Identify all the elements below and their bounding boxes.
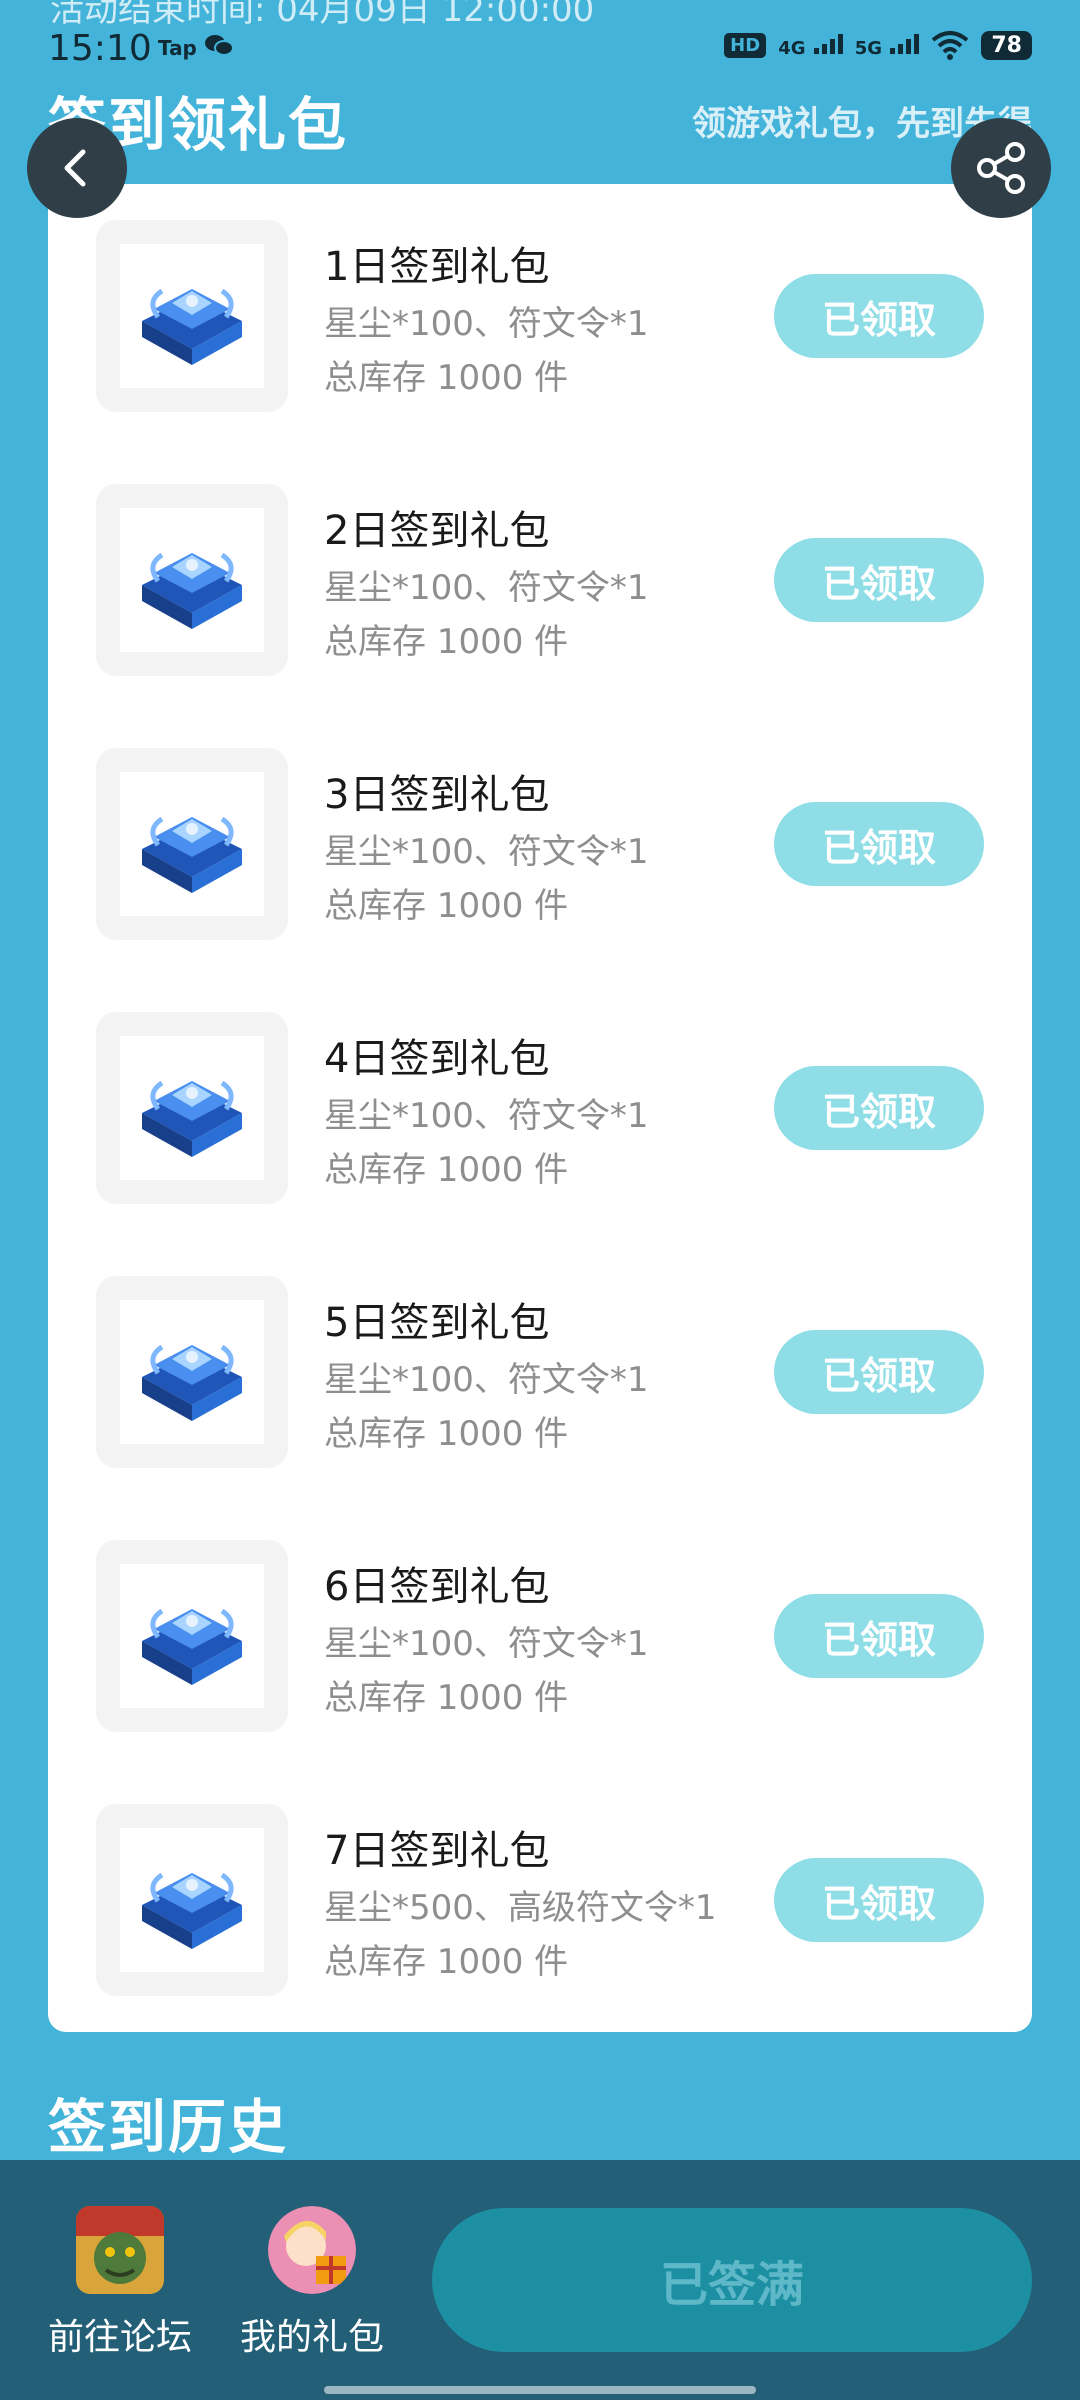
gift-chest-icon: [120, 1828, 264, 1972]
gift-thumbnail: [96, 484, 288, 676]
status-bar: 15:10 Tap HD 4G 5G 78: [0, 22, 1080, 82]
gift-content: 星尘*100、符文令*1: [324, 1360, 649, 1400]
gift-thumbnail: [96, 1804, 288, 1996]
battery-icon: 78: [981, 30, 1032, 60]
gift-thumbnail: [96, 1540, 288, 1732]
claimed-button[interactable]: 已领取: [774, 1858, 984, 1942]
gift-item: 1日签到礼包星尘*100、符文令*1 总库存 1000 件 已领取: [48, 220, 1032, 412]
chevron-left-icon: [64, 149, 86, 187]
gift-content: 星尘*100、符文令*1: [324, 832, 649, 872]
my-gifts-entry[interactable]: 我的礼包: [212, 2206, 412, 2360]
gift-name: 2日签到礼包: [324, 508, 550, 554]
tap-notification-icon: Tap: [158, 36, 197, 60]
gift-name: 1日签到礼包: [324, 244, 550, 290]
gift-name: 3日签到礼包: [324, 772, 550, 818]
status-icons: HD 4G 5G 78: [724, 30, 1032, 60]
gift-stock: 总库存 1000 件: [324, 1942, 569, 1982]
gift-stock: 总库存 1000 件: [324, 1414, 569, 1454]
back-button[interactable]: [27, 118, 127, 218]
gift-item: 6日签到礼包星尘*100、符文令*1 总库存 1000 件 已领取: [48, 1540, 1032, 1732]
gift-stock: 总库存 1000 件: [324, 1678, 569, 1718]
gift-content: 星尘*100、符文令*1: [324, 304, 649, 344]
character-gift-icon: [268, 2206, 356, 2294]
signal-5g-icon: 5G: [855, 32, 920, 59]
gift-chest-icon: [120, 1300, 264, 1444]
gift-stock: 总库存 1000 件: [324, 886, 569, 926]
gift-item: 7日签到礼包星尘*500、高级符文令*1 总库存 1000 件 已领取: [48, 1804, 1032, 1996]
gift-thumbnail: [96, 1276, 288, 1468]
gift-name: 4日签到礼包: [324, 1036, 550, 1082]
gift-name: 6日签到礼包: [324, 1564, 550, 1610]
net-5g-label: 5G: [854, 37, 883, 59]
gift-name: 7日签到礼包: [324, 1828, 550, 1874]
gift-stock: 总库存 1000 件: [324, 622, 569, 662]
gift-content: 星尘*100、符文令*1: [324, 1096, 649, 1136]
gift-stock: 总库存 1000 件: [324, 1150, 569, 1190]
share-icon: [977, 142, 1025, 194]
gift-stock: 总库存 1000 件: [324, 358, 569, 398]
claimed-button[interactable]: 已领取: [774, 1594, 984, 1678]
gift-chest-icon: [120, 1036, 264, 1180]
bottom-action-bar: 前往论坛 我的礼包 已签满: [0, 2160, 1080, 2400]
home-indicator: [324, 2386, 756, 2394]
gift-name: 5日签到礼包: [324, 1300, 550, 1346]
claimed-button[interactable]: 已领取: [774, 274, 984, 358]
gift-chest-icon: [120, 772, 264, 916]
game-avatar-icon: [76, 2206, 164, 2294]
gift-chest-icon: [120, 1564, 264, 1708]
gift-chest-icon: [120, 508, 264, 652]
claimed-button[interactable]: 已领取: [774, 1330, 984, 1414]
forum-label: 前往论坛: [47, 2317, 192, 2358]
gift-thumbnail: [96, 220, 288, 412]
gift-item: 2日签到礼包星尘*100、符文令*1 总库存 1000 件 已领取: [48, 484, 1032, 676]
gift-chest-icon: [120, 244, 264, 388]
gift-thumbnail: [96, 748, 288, 940]
signal-4g-icon: 4G: [778, 32, 843, 59]
gift-list-card: 1日签到礼包 星尘*100、符文令*1 总库存 1000 件已领取 2日签到礼包 星尘*…: [48, 184, 1032, 2032]
hd-icon: HD: [724, 32, 767, 58]
sign-in-gift-page: 活动结束时间: 04月09日 12:00:00 15:10 Tap HD 4G …: [0, 0, 1080, 2400]
gift-thumbnail: [96, 1012, 288, 1204]
gift-content: 星尘*100、符文令*1: [324, 568, 649, 608]
gift-content: 星尘*500、高级符文令*1: [324, 1888, 717, 1928]
claimed-button[interactable]: 已领取: [774, 538, 984, 622]
gift-item: 5日签到礼包星尘*100、符文令*1 总库存 1000 件 已领取: [48, 1276, 1032, 1468]
status-time: 15:10: [48, 28, 152, 69]
gift-content: 星尘*100、符文令*1: [324, 1624, 649, 1664]
sign-history-title: 签到历史: [48, 2093, 289, 2161]
wifi-icon: [932, 31, 969, 60]
gift-item: 4日签到礼包星尘*100、符文令*1 总库存 1000 件 已领取: [48, 1012, 1032, 1204]
claimed-button[interactable]: 已领取: [774, 802, 984, 886]
net-4g-label: 4G: [778, 37, 806, 59]
wechat-notification-icon: [204, 32, 234, 63]
my-gifts-label: 我的礼包: [239, 2317, 384, 2358]
claimed-button[interactable]: 已领取: [774, 1066, 984, 1150]
gift-item: 3日签到礼包星尘*100、符文令*1 总库存 1000 件 已领取: [48, 748, 1032, 940]
sign-full-button[interactable]: 已签满: [432, 2208, 1032, 2352]
share-button[interactable]: [951, 118, 1051, 218]
forum-entry[interactable]: 前往论坛: [20, 2206, 220, 2360]
